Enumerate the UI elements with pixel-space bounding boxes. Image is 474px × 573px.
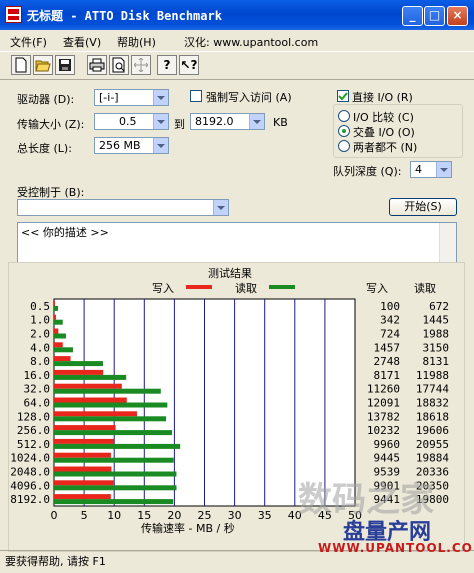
status-text: 要获得帮助, 请按 F1 (5, 555, 106, 568)
read-bar (54, 347, 73, 353)
write-value-label: 342 (380, 314, 400, 327)
write-value-label: 724 (380, 328, 400, 341)
read-value-label: 1445 (423, 314, 450, 327)
y-tick-label: 8192.0 (10, 493, 50, 506)
read-bar (54, 319, 63, 325)
write-value-label: 9960 (374, 438, 401, 451)
y-tick-label: 64.0 (24, 397, 51, 410)
read-value-label: 1988 (423, 328, 450, 341)
write-value-label: 13782 (367, 410, 400, 423)
read-value-label: 3150 (423, 341, 450, 354)
y-tick-label: 128.0 (17, 410, 50, 423)
read-value-label: 19606 (416, 424, 449, 437)
y-tick-label: 32.0 (24, 383, 51, 396)
read-value-label: 18618 (416, 410, 449, 423)
read-bar (54, 388, 161, 394)
write-bar (54, 452, 111, 458)
write-bar (54, 438, 114, 444)
write-bar (54, 397, 127, 403)
write-value-label: 9445 (374, 452, 401, 465)
read-bar (54, 374, 127, 380)
read-bar (54, 361, 103, 367)
x-tick-label: 35 (258, 509, 272, 522)
read-bar (54, 485, 177, 491)
write-value-label: 100 (380, 300, 400, 313)
y-tick-label: 1024.0 (10, 452, 50, 465)
y-tick-label: 256.0 (17, 424, 50, 437)
read-bar (54, 457, 174, 463)
read-bar (54, 499, 174, 505)
read-bar (54, 305, 59, 311)
write-bar (54, 356, 71, 362)
write-value-label: 8171 (374, 369, 401, 382)
y-tick-label: 4.0 (30, 341, 50, 354)
read-bar (54, 471, 177, 477)
read-bar (54, 333, 66, 339)
read-value-label: 11988 (416, 369, 449, 382)
y-tick-label: 0.5 (30, 300, 50, 313)
read-value-label: 8131 (423, 355, 450, 368)
x-tick-label: 0 (51, 509, 58, 522)
read-value-label: 19884 (416, 452, 449, 465)
y-tick-label: 4096.0 (10, 479, 50, 492)
read-value-label: 18832 (416, 397, 449, 410)
y-tick-label: 1.0 (30, 314, 50, 327)
write-bar (54, 466, 112, 472)
write-value-label: 2748 (374, 355, 401, 368)
read-bar (54, 443, 181, 449)
write-bar (54, 480, 114, 486)
write-value-label: 1457 (374, 341, 401, 354)
x-tick-label: 5 (81, 509, 88, 522)
read-bar (54, 430, 173, 436)
write-bar (54, 328, 59, 334)
watermark-url: WWW.UPANTOOL.COM (318, 541, 474, 555)
write-bar (54, 369, 104, 375)
write-bar (54, 300, 55, 306)
y-tick-label: 16.0 (24, 369, 51, 382)
read-bar (54, 402, 168, 408)
write-value-label: 12091 (367, 397, 400, 410)
write-value-label: 11260 (367, 383, 400, 396)
write-bar (54, 411, 137, 417)
write-value-label: 10232 (367, 424, 400, 437)
y-tick-label: 8.0 (30, 355, 50, 368)
x-tick-label: 10 (107, 509, 121, 522)
read-value-label: 20955 (416, 438, 449, 451)
x-axis-label: 传输速率 - MB / 秒 (141, 522, 235, 535)
y-tick-label: 2048.0 (10, 466, 50, 479)
write-bar (54, 314, 57, 320)
y-tick-label: 2.0 (30, 328, 50, 341)
read-value-label: 672 (429, 300, 449, 313)
read-bar (54, 416, 167, 422)
write-bar (54, 383, 122, 389)
write-bar (54, 342, 63, 348)
y-tick-label: 512.0 (17, 438, 50, 451)
write-bar (54, 494, 111, 500)
write-bar (54, 425, 116, 431)
read-value-label: 17744 (416, 383, 449, 396)
